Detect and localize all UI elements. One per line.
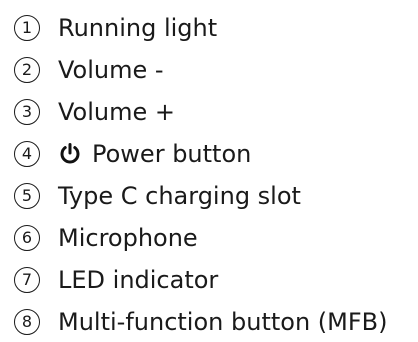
item-number-badge: 2	[14, 57, 40, 83]
item-label: Volume -	[58, 56, 164, 84]
item-number-badge: 3	[14, 99, 40, 125]
power-icon	[58, 142, 82, 166]
item-number-badge: 8	[14, 309, 40, 335]
component-legend: 1 Running light 2 Volume - 3 Volume + 4 …	[0, 0, 418, 341]
item-number-badge: 4	[14, 141, 40, 167]
item-label: Multi-function button (MFB)	[58, 308, 388, 336]
item-number-badge: 5	[14, 183, 40, 209]
item-number-badge: 1	[14, 15, 40, 41]
item-number-badge: 7	[14, 267, 40, 293]
item-label: Microphone	[58, 224, 198, 252]
item-number-badge: 6	[14, 225, 40, 251]
item-label: Power button	[92, 140, 252, 168]
item-label: Type C charging slot	[58, 182, 301, 210]
item-label: LED indicator	[58, 266, 219, 294]
item-label: Running light	[58, 14, 218, 42]
item-label: Volume +	[58, 98, 175, 126]
item-label-with-icon: Power button	[58, 142, 251, 166]
